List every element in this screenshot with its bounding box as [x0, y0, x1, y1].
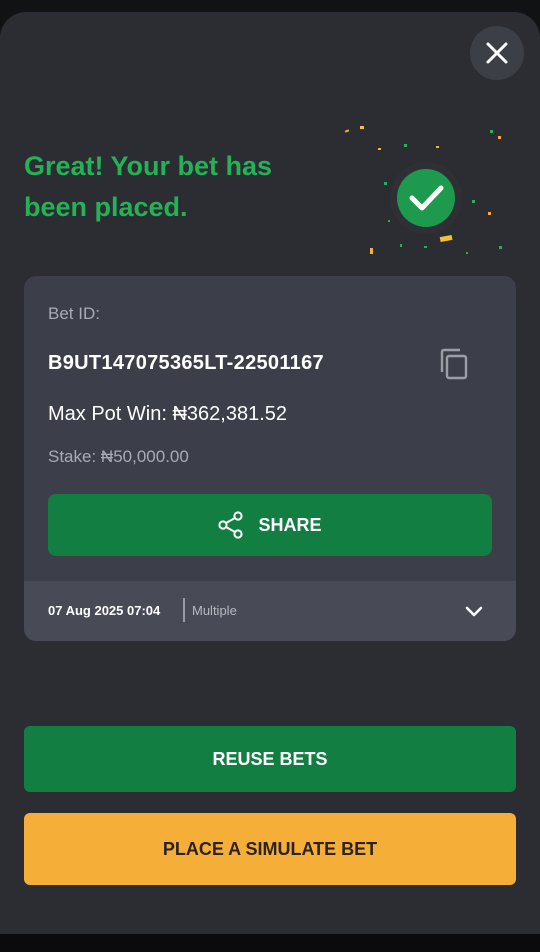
- bet-id-label: Bet ID:: [48, 304, 100, 323]
- bottom-edge: [0, 934, 540, 952]
- chevron-down-icon: [465, 606, 483, 617]
- copy-bet-id-button[interactable]: [434, 344, 474, 384]
- bet-date: 07 Aug 2025 07:04: [48, 603, 161, 618]
- bet-details-card: Bet ID: B9UT147075365LT-22501167 Max Pot…: [24, 276, 516, 641]
- bet-id-value: B9UT147075365LT-22501167: [48, 352, 324, 374]
- success-headline: Great! Your bet has been placed.: [24, 151, 273, 222]
- close-button[interactable]: [470, 26, 524, 80]
- close-icon: [486, 42, 508, 64]
- check-circle-icon: [397, 169, 455, 227]
- share-icon: [218, 511, 244, 539]
- bet-meta-footer[interactable]: 07 Aug 2025 07:04 Multiple: [24, 581, 516, 641]
- share-button[interactable]: SHARE: [48, 494, 492, 556]
- max-pot-win: Max Pot Win: ₦362,381.52: [48, 403, 288, 425]
- bet-type: Multiple: [192, 603, 237, 618]
- expand-details-button[interactable]: [462, 599, 486, 623]
- copy-icon: [440, 348, 468, 380]
- reuse-bets-button[interactable]: REUSE BETS: [24, 726, 516, 792]
- confetti-illustration: [344, 126, 502, 254]
- share-label: SHARE: [258, 514, 322, 535]
- divider: [183, 598, 185, 622]
- place-simulate-bet-button[interactable]: PLACE A SIMULATE BET: [24, 813, 516, 885]
- stake-amount: Stake: ₦50,000.00: [48, 447, 189, 466]
